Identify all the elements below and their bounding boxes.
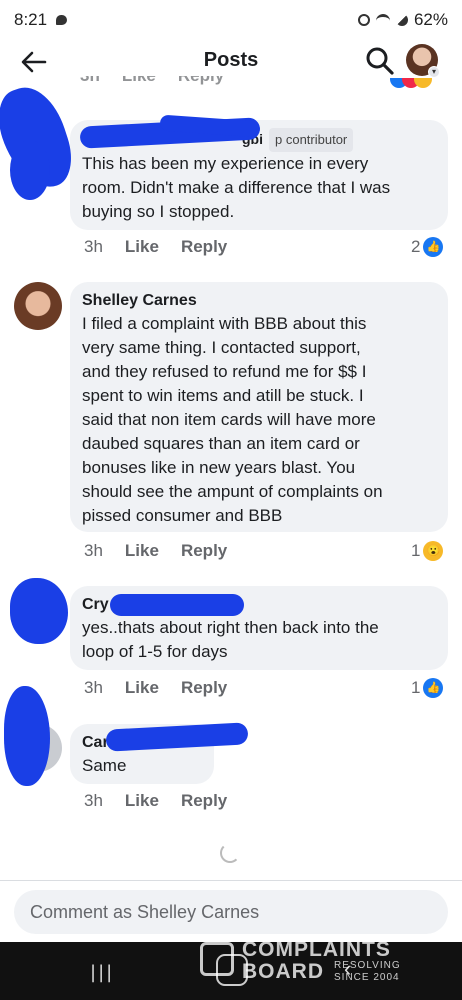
reply-button[interactable]: Reply <box>181 678 227 698</box>
avatar[interactable] <box>14 282 62 330</box>
reply-button[interactable]: Reply <box>181 541 227 561</box>
comment-line: yes..thats about right then back into th… <box>82 618 379 637</box>
search-icon[interactable] <box>364 45 396 77</box>
reaction-count: 2 <box>411 237 421 256</box>
comment-actions: 3h Like Reply <box>84 237 227 257</box>
comment-text: Same <box>82 756 127 775</box>
status-time: 8:21 <box>14 10 48 29</box>
comment-author[interactable]: Shelley Carnes <box>82 290 436 312</box>
redaction-mark <box>110 594 244 616</box>
chat-notification-icon <box>56 15 67 25</box>
comment-line: I filed a complaint with BBB about this <box>82 314 367 333</box>
comment-text: This has been my experience in every roo… <box>82 152 436 224</box>
partial-reactions-icon <box>372 78 432 90</box>
comment-line: room. Didn't make a difference that I wa… <box>82 178 391 197</box>
comment-line: pissed consumer and BBB <box>82 506 283 525</box>
reaction-count: 1 <box>411 541 421 560</box>
comment-text: I filed a complaint with BBB about this … <box>82 312 436 528</box>
status-bar: 8:21 62% <box>0 0 462 40</box>
signal-icon <box>395 14 408 26</box>
redaction-mark <box>4 686 50 786</box>
comment-line: said that non item cards will have more <box>82 410 376 429</box>
like-button[interactable]: Like <box>125 541 159 561</box>
comment-actions: 3h Like Reply <box>84 791 227 811</box>
like-button[interactable]: Like <box>125 791 159 811</box>
reply-button[interactable]: Reply <box>181 791 227 811</box>
shield-logo-icon <box>200 942 234 976</box>
comment-actions: 3h Like Reply <box>84 541 227 561</box>
comment-text: yes..thats about right then back into th… <box>82 616 436 664</box>
thumbs-up-icon: 👍 <box>423 237 444 257</box>
alarm-icon <box>357 14 370 26</box>
partial-time: 3h <box>80 76 100 90</box>
comment-time: 3h <box>84 791 103 810</box>
comment-line: bonuses like in new years blast. You <box>82 458 356 477</box>
partial-like[interactable]: Like <box>122 76 156 90</box>
divider <box>0 880 462 881</box>
comment-line: daubed squares than an item card or <box>82 434 360 453</box>
comment-line: and they refused to refund me for $$ I <box>82 362 367 381</box>
redaction-mark <box>10 578 68 644</box>
reaction-count: 1 <box>411 678 421 697</box>
comment-time: 3h <box>84 237 103 256</box>
comment-line: This has been my experience in every <box>82 154 369 173</box>
chevron-down-icon[interactable]: ▾ <box>428 66 440 78</box>
comment-time: 3h <box>84 541 103 560</box>
comment-line: loop of 1-5 for days <box>82 642 228 661</box>
wow-reaction-icon: 😮 <box>423 541 444 561</box>
recent-apps-icon[interactable]: ||| <box>90 962 114 983</box>
watermark-tagline-1: RESOLVING <box>334 960 401 971</box>
reaction-summary[interactable]: 1 😮 <box>411 541 444 561</box>
redaction-mark <box>10 140 50 200</box>
comment-bubble[interactable]: Shelley Carnes I filed a complaint with … <box>70 282 448 532</box>
loading-spinner-icon <box>220 843 240 863</box>
watermark-line-1: COMPLAINTS <box>242 938 391 961</box>
comment-input[interactable] <box>14 890 448 934</box>
like-button[interactable]: Like <box>125 237 159 257</box>
watermark-line-2: BOARD <box>242 960 324 983</box>
watermark-logo: COMPLAINTS BOARD RESOLVING SINCE 2004 <box>200 936 420 986</box>
battery-level: 62% <box>413 10 448 29</box>
wifi-icon <box>375 14 390 26</box>
reaction-summary[interactable]: 2 👍 <box>411 237 444 257</box>
status-icons: 62% <box>357 10 448 30</box>
comment-line: very same thing. I contacted support, <box>82 338 361 357</box>
like-button[interactable]: Like <box>125 678 159 698</box>
partial-reply[interactable]: Reply <box>178 76 224 90</box>
partial-comment-actions: 3h Like Reply <box>80 76 224 90</box>
comment-line: should see the ampunt of complaints on <box>82 482 383 501</box>
comment-line: buying so I stopped. <box>82 202 235 221</box>
comment-line: spent to win items and atill be stuck. I <box>82 386 364 405</box>
comment-actions: 3h Like Reply <box>84 678 227 698</box>
thumbs-up-icon: 👍 <box>423 678 444 698</box>
comment-time: 3h <box>84 678 103 697</box>
top-contributor-badge: p contributor <box>269 128 354 152</box>
reply-button[interactable]: Reply <box>181 237 227 257</box>
watermark-tagline-2: SINCE 2004 <box>334 972 400 983</box>
reaction-summary[interactable]: 1 👍 <box>411 678 444 698</box>
